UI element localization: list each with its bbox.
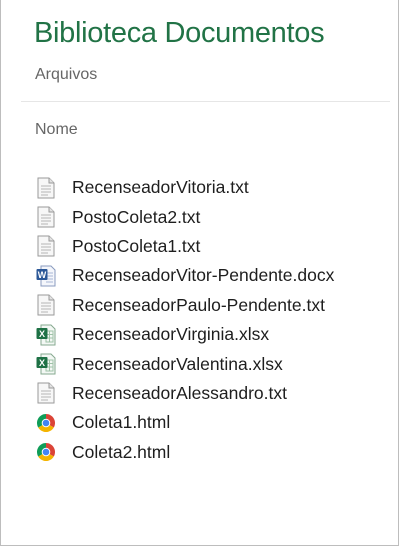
file-list-item[interactable]: W RecenseadorVitor-Pendente.docx — [36, 261, 334, 290]
file-list-item[interactable]: Coleta1.html — [36, 408, 334, 437]
text-file-icon — [36, 235, 56, 257]
file-list: RecenseadorVitoria.txt PostoColeta2.txt — [36, 173, 334, 467]
excel-spreadsheet-icon: X — [36, 353, 56, 375]
file-name: PostoColeta1.txt — [72, 235, 201, 256]
svg-text:X: X — [39, 329, 45, 339]
file-list-item[interactable]: X RecenseadorVirginia.xlsx — [36, 320, 334, 349]
file-list-item[interactable]: RecenseadorAlessandro.txt — [36, 379, 334, 408]
file-list-item[interactable]: RecenseadorPaulo-Pendente.txt — [36, 291, 334, 320]
header-divider — [21, 101, 390, 102]
word-document-icon: W — [36, 265, 56, 287]
svg-text:W: W — [38, 270, 47, 280]
text-file-icon — [36, 206, 56, 228]
text-file-icon — [36, 382, 56, 404]
file-list-item[interactable]: PostoColeta2.txt — [36, 202, 334, 231]
page-title: Biblioteca Documentos — [34, 17, 325, 49]
file-name: RecenseadorVitor-Pendente.docx — [72, 265, 335, 286]
svg-text:X: X — [39, 358, 45, 368]
file-name: RecenseadorValentina.xlsx — [72, 353, 283, 374]
section-subtitle: Arquivos — [35, 66, 98, 83]
text-file-icon — [36, 177, 56, 199]
file-list-item[interactable]: PostoColeta1.txt — [36, 232, 334, 261]
excel-spreadsheet-icon: X — [36, 324, 56, 346]
file-list-item[interactable]: Coleta2.html — [36, 438, 334, 467]
text-file-icon — [36, 294, 56, 316]
file-name: Coleta1.html — [72, 412, 171, 433]
file-list-item[interactable]: X RecenseadorValentina.xlsx — [36, 349, 334, 378]
file-list-item[interactable]: RecenseadorVitoria.txt — [36, 173, 334, 202]
column-header-name[interactable]: Nome — [35, 121, 78, 139]
file-name: RecenseadorVirginia.xlsx — [72, 324, 270, 345]
file-name: PostoColeta2.txt — [72, 206, 201, 227]
file-name: Coleta2.html — [72, 441, 171, 462]
chrome-browser-icon — [36, 412, 56, 434]
file-name: RecenseadorVitoria.txt — [72, 177, 249, 198]
file-name: RecenseadorAlessandro.txt — [72, 382, 287, 403]
file-name: RecenseadorPaulo-Pendente.txt — [72, 294, 325, 315]
document-library-panel: Biblioteca Documentos Arquivos Nome Rece… — [0, 0, 399, 546]
chrome-browser-icon — [36, 441, 56, 463]
